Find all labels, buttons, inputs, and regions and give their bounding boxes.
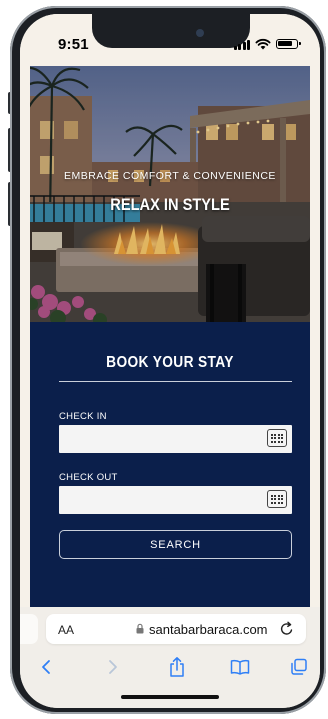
booking-divider xyxy=(59,381,292,382)
tabs-icon xyxy=(291,658,307,675)
url-text: santabarbaraca.com xyxy=(149,622,268,637)
check-in-label: CHECK IN xyxy=(59,411,107,422)
calendar-icon[interactable] xyxy=(267,429,287,447)
tabs-button[interactable] xyxy=(286,654,312,680)
text-size-button[interactable]: AA xyxy=(58,623,74,637)
screen: 9:51 EMBRACE COMFORT & CONVENIENCE RELAX… xyxy=(20,14,320,708)
address-bar[interactable]: AA santabarbaraca.com xyxy=(46,614,306,644)
status-bar: 9:51 xyxy=(20,14,320,64)
bookmarks-icon xyxy=(230,659,250,675)
previous-tab-peek[interactable] xyxy=(20,614,38,644)
battery-icon xyxy=(276,39,301,49)
hero-photo xyxy=(30,66,310,322)
forward-button[interactable] xyxy=(100,654,126,680)
home-indicator[interactable] xyxy=(121,695,219,699)
bookmarks-button[interactable] xyxy=(227,654,253,680)
lock-icon xyxy=(136,623,144,634)
browser-nav xyxy=(20,654,320,680)
hero-banner: EMBRACE COMFORT & CONVENIENCE RELAX IN S… xyxy=(30,66,310,322)
signal-icon xyxy=(233,39,250,50)
check-out-field[interactable] xyxy=(59,486,292,514)
check-out-label: CHECK OUT xyxy=(59,472,118,483)
reload-icon[interactable] xyxy=(278,620,296,638)
back-icon xyxy=(42,660,50,674)
booking-title: BOOK YOUR STAY xyxy=(106,354,234,371)
front-camera xyxy=(196,29,204,37)
calendar-icon[interactable] xyxy=(267,490,287,508)
browser-toolbar: AA santabarbaraca.com xyxy=(20,607,320,708)
booking-panel: BOOK YOUR STAY CHECK IN CHECK OUT SEARCH xyxy=(30,322,310,607)
status-icons xyxy=(233,38,301,50)
hero-subtitle: EMBRACE COMFORT & CONVENIENCE xyxy=(64,170,276,182)
wifi-icon xyxy=(255,38,271,50)
back-button[interactable] xyxy=(33,654,59,680)
check-in-field[interactable] xyxy=(59,425,292,453)
search-button[interactable]: SEARCH xyxy=(59,530,292,559)
hero-title: RELAX IN STYLE xyxy=(110,195,230,214)
share-icon xyxy=(170,657,184,677)
forward-icon xyxy=(109,660,117,674)
status-time: 9:51 xyxy=(58,36,89,53)
notch xyxy=(92,14,250,48)
share-button[interactable] xyxy=(164,654,190,680)
